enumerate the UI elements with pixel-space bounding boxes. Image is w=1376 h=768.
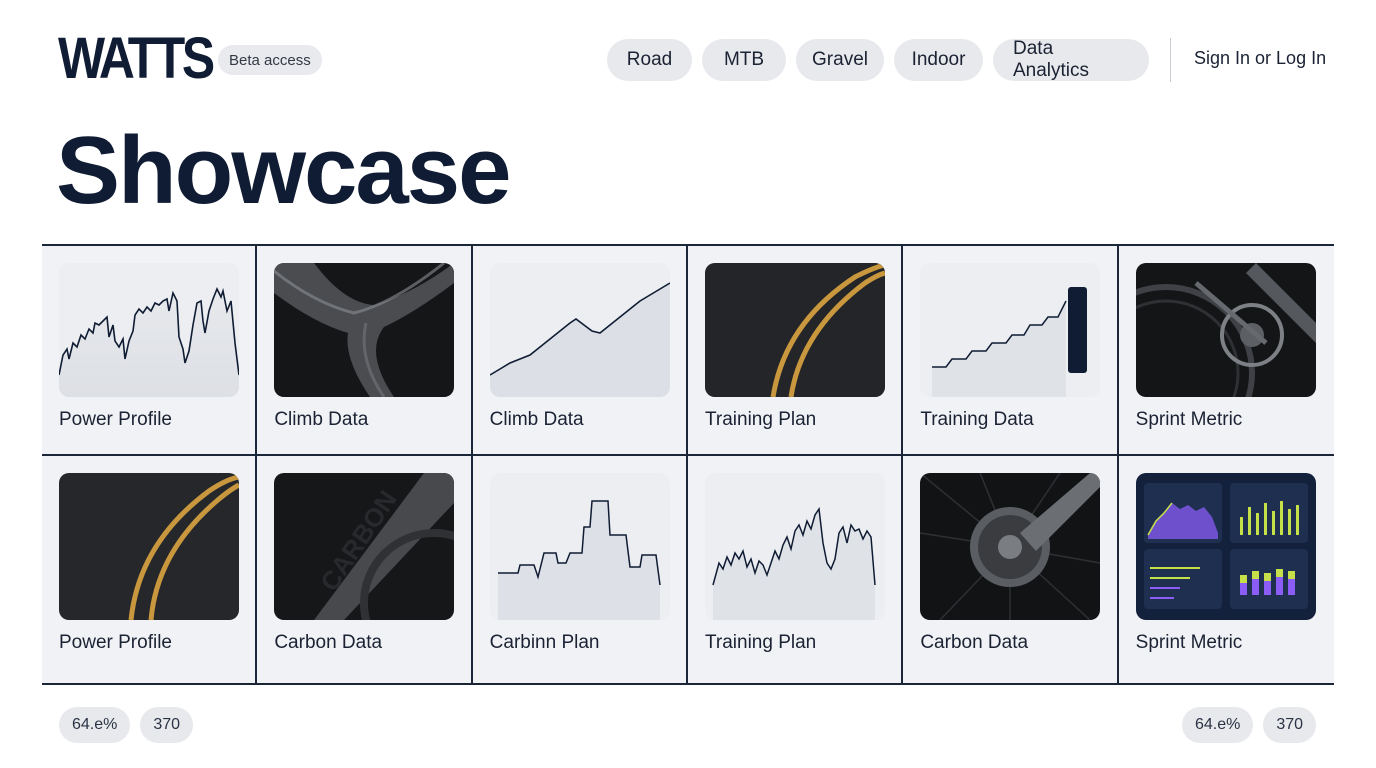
page-title: Showcase <box>56 117 512 224</box>
showcase-card[interactable]: Sprint Metric <box>1119 456 1334 685</box>
showcase-card[interactable]: Training Plan <box>688 456 904 685</box>
road-photo <box>59 473 239 620</box>
card-label: Training Plan <box>704 409 817 430</box>
brand-name: WATTS <box>58 26 215 91</box>
nav-mtb[interactable]: MTB <box>702 39 786 81</box>
card-label: Power Profile <box>59 632 172 653</box>
showcase-card[interactable]: CARBON Carbon Data <box>257 456 473 685</box>
showcase-card[interactable]: Training Plan <box>687 246 904 456</box>
nav-gravel[interactable]: Gravel <box>796 39 884 81</box>
showcase-card[interactable]: Training Data <box>903 246 1119 456</box>
showcase-card[interactable]: Climb Data <box>257 246 473 456</box>
stat-pill: 64.e% <box>1182 707 1254 743</box>
nav-indoor[interactable]: Indoor <box>894 39 983 81</box>
disc-brake-photo <box>920 473 1101 620</box>
beta-badge: Beta access <box>218 45 322 75</box>
climb-line-chart-thumb <box>489 263 670 397</box>
nav-divider <box>1170 38 1171 82</box>
road-photo <box>704 263 885 397</box>
showcase-card[interactable]: Sprint Metric <box>1118 246 1334 456</box>
card-label: Climb Data <box>489 409 584 430</box>
power-line-chart-thumb <box>704 473 885 620</box>
card-label: Carbon Data <box>274 632 383 653</box>
stat-pill: 370 <box>140 707 194 743</box>
stat-pill: 64.e% <box>59 707 131 743</box>
card-label: Training Data <box>920 409 1034 430</box>
sign-in-link[interactable]: Sign In or Log In <box>1194 48 1326 69</box>
showcase-card[interactable]: Carbon Data <box>903 456 1119 685</box>
drivetrain-photo <box>1135 263 1316 397</box>
power-line-chart-thumb <box>59 263 239 397</box>
card-label: Training Plan <box>704 632 817 653</box>
nav-data-analytics[interactable]: Data Analytics <box>993 38 1149 81</box>
step-chart-thumb <box>489 473 670 620</box>
footer-stats-right: 64.e% 370 <box>1182 707 1317 743</box>
showcase-card[interactable]: Climb Data <box>472 246 688 456</box>
showcase-card[interactable]: Power Profile <box>42 456 258 685</box>
main-nav: Road MTB Gravel Indoor Data Analytics <box>607 38 1149 81</box>
card-label: Sprint Metric <box>1135 632 1243 653</box>
carbon-frame-photo: CARBON <box>274 473 455 620</box>
showcase-card[interactable]: Carbinn Plan <box>473 456 688 685</box>
card-label: Carbon Data <box>920 632 1029 653</box>
dashboard-screenshot <box>1135 473 1316 620</box>
card-label: Carbinn Plan <box>489 632 600 653</box>
logo[interactable]: WATTS <box>58 30 237 88</box>
card-label: Climb Data <box>274 409 369 430</box>
showcase-card[interactable]: Power Profile <box>42 246 258 456</box>
card-label: Power Profile <box>59 409 172 430</box>
nav-road[interactable]: Road <box>607 39 692 81</box>
footer-stats-left: 64.e% 370 <box>59 707 194 743</box>
stat-pill: 370 <box>1263 707 1317 743</box>
carbon-frame-photo <box>274 263 455 397</box>
showcase-grid: Power Profile Climb Data Climb Data Trai… <box>42 244 1334 685</box>
step-chart-thumb <box>920 263 1101 397</box>
card-label: Sprint Metric <box>1135 409 1243 430</box>
